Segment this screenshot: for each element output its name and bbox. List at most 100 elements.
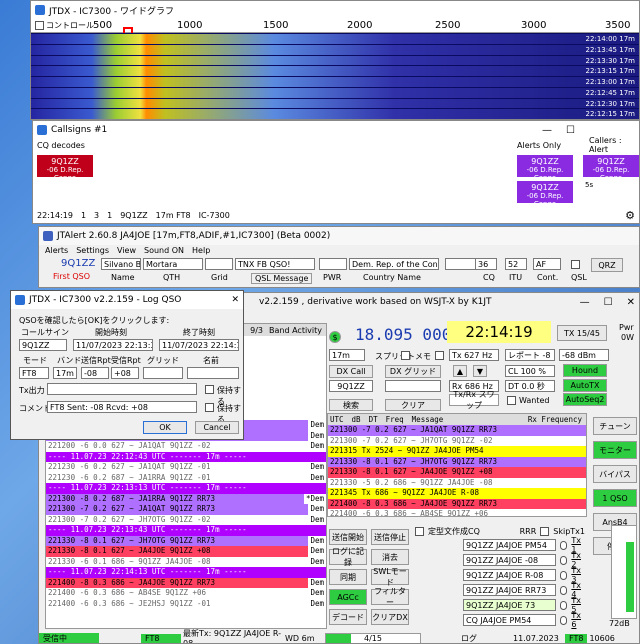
tx-radio[interactable]: [559, 540, 568, 550]
qsl-msg-field[interactable]: TNX FB QSO!: [235, 258, 315, 270]
dx-call-button[interactable]: DX Call: [329, 365, 373, 378]
decode-line[interactable]: 221330 -5 0.2 686 ~ 9Q1ZZ JA4JOE -08: [328, 477, 586, 488]
side-button[interactable]: 1 QSO: [593, 489, 637, 507]
clear-button[interactable]: クリア: [385, 399, 441, 411]
decode-line[interactable]: 221400 -6 0.3 686 ~ JE2HSJ 9Q1ZZ -01 Dem: [46, 598, 326, 609]
call-field[interactable]: 9Q1ZZ: [19, 339, 67, 351]
control-checkbox[interactable]: [35, 21, 44, 30]
itu-field[interactable]: 52: [505, 258, 527, 270]
tx-radio[interactable]: [559, 600, 568, 610]
alert-card-1[interactable]: 9Q1ZZ -06 D.Rep. Congo: [517, 155, 573, 182]
decode-line[interactable]: 221330 -8 0.1 627 ~ JH7OTG 9Q1ZZ RR73 Dem: [46, 535, 326, 546]
close-icon[interactable]: ✕: [627, 297, 635, 308]
caller-card[interactable]: 9Q1ZZ -06 D.Rep. Congo: [583, 155, 639, 182]
name-field[interactable]: Silvano Bc: [101, 258, 141, 270]
decode-line[interactable]: 221315 Tx 2524 ~ 9Q1ZZ JA4JOE PM54: [328, 446, 586, 457]
hound-button[interactable]: Hound: [563, 364, 607, 377]
decode-line[interactable]: 221330 -8 0.1 627 ~ JH7OTG 9Q1ZZ RR73: [328, 456, 586, 467]
fixed-cq-checkbox[interactable]: [415, 526, 424, 536]
report-field[interactable]: レポート -8: [505, 349, 555, 361]
retain-power-checkbox[interactable]: [205, 385, 214, 394]
decode-line[interactable]: 221400 -6 0.3 686 ~ AB4SE 9Q1ZZ +06: [328, 509, 586, 516]
tx-radio[interactable]: [559, 570, 568, 580]
up-arrow-button[interactable]: ▲: [453, 365, 467, 377]
gear-icon[interactable]: ⚙: [625, 209, 635, 222]
tx-freq[interactable]: Tx 627 Hz: [449, 349, 499, 361]
rrr-checkbox[interactable]: [540, 526, 550, 536]
memo-checkbox[interactable]: [435, 351, 444, 360]
decode-line[interactable]: 221345 Tx 686 ~ 9Q1ZZ JA4JOE R-08: [328, 488, 586, 499]
decode-line[interactable]: 221330 -8 0.1 627 ~ JA4JOE 9Q1ZZ +08 Dem: [46, 546, 326, 557]
pwr-field[interactable]: [319, 258, 347, 270]
period-separator[interactable]: ---- 11.07.23 22:12:43 UTC ------- 17m -…: [46, 451, 326, 462]
menu-settings[interactable]: Settings: [76, 246, 109, 255]
txrx-swap-button[interactable]: Tx/Rx スワップ: [449, 390, 499, 410]
mode-field[interactable]: FT8: [19, 367, 49, 379]
down-arrow-button[interactable]: ▼: [473, 365, 487, 377]
cq-field[interactable]: 36: [475, 258, 497, 270]
menu-sound[interactable]: Sound ON: [144, 246, 184, 255]
tx-power-field[interactable]: [47, 383, 197, 395]
end-time-field[interactable]: 11/07/2023 22:14:13: [159, 339, 239, 351]
cancel-button[interactable]: Cancel: [195, 421, 239, 434]
control-button[interactable]: SWLモード: [371, 567, 409, 587]
minimize-icon[interactable]: —: [542, 125, 552, 136]
menu-view[interactable]: View: [117, 246, 136, 255]
control-button[interactable]: ログに記録: [329, 547, 367, 567]
split-checkbox[interactable]: [401, 351, 410, 360]
qsl-checkbox[interactable]: [571, 260, 580, 269]
control-button[interactable]: クリアDX: [371, 609, 409, 625]
maximize-icon[interactable]: ☐: [566, 125, 575, 136]
period-separator[interactable]: ---- 11.07.23 22:13:13 UTC ------- 17m -…: [46, 483, 326, 494]
retain-comment-checkbox[interactable]: [205, 403, 214, 412]
tx-period[interactable]: TX 15/45: [557, 325, 607, 341]
tx-label[interactable]: Tx 6: [571, 611, 585, 629]
decode-line[interactable]: 221300 -7 0.2 627 ~ JH7OTG 9Q1ZZ -02: [328, 435, 586, 446]
tx-radio[interactable]: [559, 585, 568, 595]
dx-grid-button[interactable]: DX グリッド: [385, 365, 441, 378]
tx-radio[interactable]: [559, 615, 568, 625]
menu-help[interactable]: Help: [192, 246, 210, 255]
period-separator[interactable]: ---- 11.07.23 22:14:13 UTC ------- 17m -…: [46, 567, 326, 578]
menu-alerts[interactable]: Alerts: [45, 246, 68, 255]
ok-button[interactable]: OK: [143, 421, 187, 434]
decode-line[interactable]: 221300 -7 0.2 627 ~ JA1QAT 9Q1ZZ RR73: [328, 425, 586, 436]
decode-line[interactable]: 221330 -6 0.1 686 ~ 9Q1ZZ JA4JOE -08 Dem: [46, 556, 326, 567]
tx-message-field[interactable]: 9Q1ZZ JA4JOE RR73: [463, 584, 556, 596]
alert-card-2[interactable]: 9Q1ZZ -06 D.Rep. Congo: [517, 181, 573, 208]
tx-message-field[interactable]: 9Q1ZZ JA4JOE R-08: [463, 569, 556, 581]
autoseq-button[interactable]: AutoSeq2: [563, 393, 607, 406]
start-time-field[interactable]: 11/07/2023 22:13:30: [73, 339, 153, 351]
control-button[interactable]: 送信停止: [371, 529, 409, 545]
control-button[interactable]: フィルター: [371, 587, 409, 607]
decode-line[interactable]: 221400 -8 0.3 686 ~ JA4JOE 9Q1ZZ RR73 Dem: [46, 577, 326, 588]
tx-message-field[interactable]: 9Q1ZZ JA4JOE -08: [463, 554, 556, 566]
decode-line[interactable]: 221230 -6 0.2 687 ~ JA1RRA 9Q1ZZ -01 Dem: [46, 472, 326, 483]
minimize-icon[interactable]: —: [580, 297, 590, 308]
control-button[interactable]: AGCc: [329, 589, 367, 605]
waterfall[interactable]: 22:14:00 17m 22:13:45 17m 22:13:30 17m 22:13:1…: [31, 33, 639, 119]
band-field[interactable]: 17m: [53, 367, 77, 379]
tx-message-field[interactable]: CQ JA4JOE PM54: [463, 614, 556, 626]
rrcvd-field[interactable]: +08: [111, 367, 139, 379]
cl-field[interactable]: CL 100 %: [505, 365, 555, 377]
cq-card[interactable]: 9Q1ZZ -06 D.Rep. Congo: [37, 155, 93, 182]
control-button[interactable]: 送信開始: [329, 529, 367, 545]
comment-field[interactable]: FT8 Sent: -08 Rcvd: +08: [47, 401, 197, 413]
rx-list[interactable]: 221300 -7 0.2 627 ~ JA1QAT 9Q1ZZ RR73 221…: [328, 425, 586, 516]
qth-field[interactable]: Mortara: [143, 258, 203, 270]
name-field[interactable]: [187, 367, 239, 379]
period-separator[interactable]: ---- 11.07.23 22:13:43 UTC ------- 17m -…: [46, 525, 326, 536]
qrz-button[interactable]: QRZ: [591, 258, 623, 272]
side-button[interactable]: チューン: [593, 417, 637, 435]
decode-line[interactable]: 221300 -7 0.2 627 ~ JA1QAT 9Q1ZZ RR73 Dem: [46, 504, 326, 515]
tx-radio[interactable]: [559, 555, 568, 565]
decode-line[interactable]: 221330 -8 0.1 627 ~ JA4JOE 9Q1ZZ +08: [328, 467, 586, 478]
tx-message-field[interactable]: 9Q1ZZ JA4JOE PM54: [463, 539, 556, 551]
dt-field[interactable]: DT 0.0 秒: [505, 380, 555, 392]
country-field[interactable]: Dem. Rep. of the Cong: [349, 258, 439, 270]
maximize-icon[interactable]: ☐: [604, 297, 613, 308]
decode-line[interactable]: 221200 -6 0.0 627 ~ JA1QAT 9Q1ZZ -02 Dem: [46, 441, 326, 452]
wanted-checkbox[interactable]: [507, 396, 516, 405]
grid-field[interactable]: [143, 367, 183, 379]
